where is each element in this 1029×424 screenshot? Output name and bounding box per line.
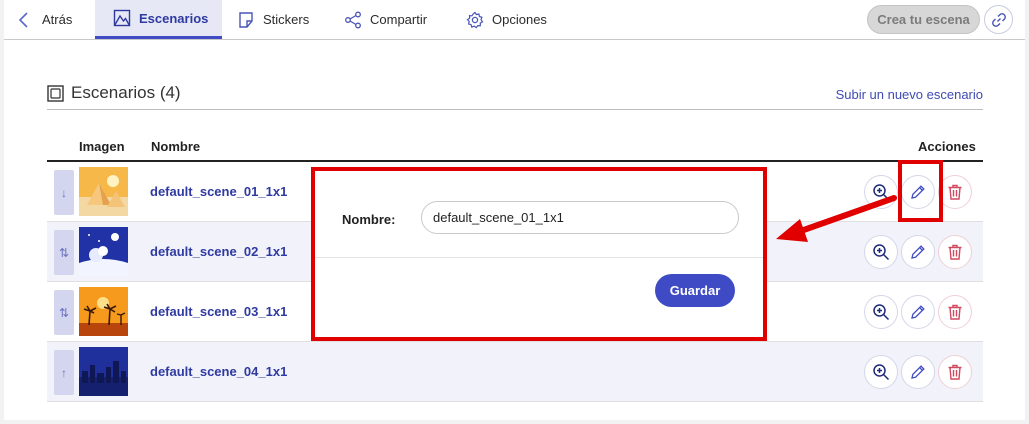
gear-icon — [466, 11, 484, 28]
edit-button[interactable] — [901, 355, 935, 389]
scene-name[interactable]: default_scene_04_1x1 — [150, 364, 287, 379]
section-header: Escenarios (4) Subir un nuevo escenario — [47, 83, 983, 110]
tab-scenes[interactable]: Escenarios — [95, 0, 222, 39]
zoom-in-icon — [873, 304, 890, 321]
trash-icon — [948, 244, 962, 260]
tab-options-label: Opciones — [492, 12, 547, 27]
table-row: ↑ default_scene_04_1x1 — [47, 342, 983, 402]
arrow-icon — [776, 195, 897, 242]
popup-divider — [315, 257, 763, 258]
tab-options[interactable]: Opciones — [466, 0, 547, 39]
edit-name-popup: Nombre: Guardar — [311, 167, 767, 341]
scene-thumbnail — [79, 287, 128, 336]
trash-icon — [948, 364, 962, 380]
edit-button[interactable] — [901, 295, 935, 329]
tab-scenes-label: Escenarios — [139, 10, 209, 26]
delete-button[interactable] — [938, 355, 972, 389]
create-scene-button[interactable]: Crea tu escena — [867, 5, 980, 34]
scene-name[interactable]: default_scene_01_1x1 — [150, 184, 287, 199]
column-header-name: Nombre — [151, 139, 201, 154]
zoom-in-icon — [873, 364, 890, 381]
save-button[interactable]: Guardar — [655, 274, 735, 307]
app-frame: Atrás Escenarios Stickers Compartir Opci… — [4, 0, 1025, 420]
sticker-icon — [239, 11, 253, 28]
tab-stickers[interactable]: Stickers — [237, 0, 309, 39]
tab-share-label: Compartir — [370, 12, 428, 27]
pencil-icon — [911, 245, 925, 259]
trash-icon — [948, 184, 962, 200]
chevron-left-icon — [18, 11, 28, 28]
zoom-button[interactable] — [864, 295, 898, 329]
drag-handle[interactable]: ⇅ — [54, 290, 74, 335]
pencil-icon — [911, 365, 925, 379]
scene-thumbnail — [79, 167, 128, 216]
trash-icon — [948, 304, 962, 320]
column-header-actions: Acciones — [918, 139, 976, 154]
scene-icon — [113, 9, 131, 27]
scene-name[interactable]: default_scene_02_1x1 — [150, 244, 287, 259]
zoom-button[interactable] — [864, 355, 898, 389]
upload-scene-link[interactable]: Subir un nuevo escenario — [836, 87, 983, 102]
drag-handle[interactable]: ↓ — [54, 170, 74, 215]
section-title-text: Escenarios (4) — [71, 83, 181, 102]
scene-thumbnail — [79, 347, 128, 396]
drag-handle[interactable]: ↑ — [54, 350, 74, 395]
edit-highlight-box — [898, 160, 943, 222]
pencil-icon — [911, 305, 925, 319]
tab-stickers-label: Stickers — [263, 12, 310, 27]
scene-name[interactable]: default_scene_03_1x1 — [150, 304, 287, 319]
column-header-image: Imagen — [79, 139, 125, 154]
section-title: Escenarios (4) — [47, 83, 181, 103]
back-label: Atrás — [42, 12, 73, 27]
scene-thumbnail — [79, 227, 128, 276]
top-nav: Atrás Escenarios Stickers Compartir Opci… — [4, 0, 1025, 40]
frame-icon — [47, 84, 64, 102]
delete-button[interactable] — [938, 295, 972, 329]
tab-share[interactable]: Compartir — [344, 0, 427, 39]
link-button[interactable] — [984, 5, 1013, 34]
edit-button[interactable] — [901, 235, 935, 269]
drag-handle[interactable]: ⇅ — [54, 230, 74, 275]
delete-button[interactable] — [938, 235, 972, 269]
scene-name-input[interactable] — [421, 201, 739, 234]
name-label: Nombre: — [342, 212, 396, 227]
share-icon — [345, 11, 361, 28]
back-button[interactable]: Atrás — [18, 0, 72, 39]
delete-button[interactable] — [938, 175, 972, 209]
link-icon — [991, 12, 1006, 27]
